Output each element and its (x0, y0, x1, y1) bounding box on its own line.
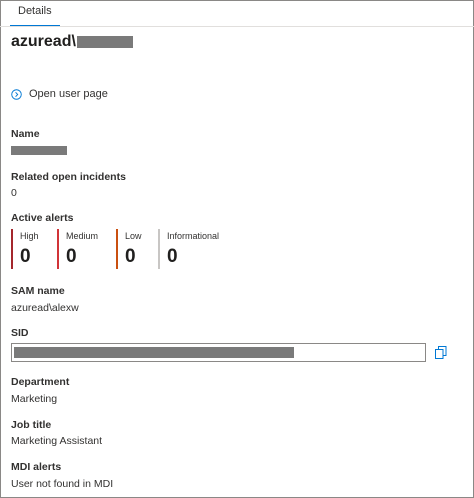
active-alerts-summary: High 0 Medium 0 Low 0 Informational 0 (11, 229, 251, 269)
alert-high-count: 0 (20, 246, 31, 267)
job-title-value: Marketing Assistant (11, 435, 103, 447)
related-incidents-value: 0 (11, 187, 17, 199)
alert-informational-label: Informational (167, 231, 220, 241)
alert-high[interactable]: High 0 (11, 229, 39, 269)
tab-details-label: Details (18, 5, 52, 17)
mdi-alerts-label: MDI alerts (11, 461, 62, 473)
alert-medium[interactable]: Medium 0 (57, 229, 98, 269)
copy-icon[interactable] (435, 346, 447, 359)
alert-informational-count: 0 (167, 246, 178, 267)
alert-medium-label: Medium (66, 231, 99, 241)
sid-field[interactable] (11, 343, 426, 362)
redacted-name-value (11, 146, 67, 155)
department-label: Department (11, 376, 70, 388)
alert-low-label: Low (125, 231, 142, 241)
chevron-right-circle-icon (11, 88, 22, 100)
department-value: Marketing (11, 393, 58, 405)
alert-low-count: 0 (125, 246, 136, 267)
open-user-page-link[interactable]: Open user page (11, 88, 108, 100)
open-user-page-label: Open user page (29, 88, 108, 100)
name-label: Name (11, 128, 40, 140)
redacted-sid-value (14, 347, 294, 358)
related-incidents-label: Related open incidents (11, 171, 126, 183)
tab-details[interactable]: Details (10, 0, 60, 27)
redacted-username (76, 36, 133, 48)
job-title-label: Job title (11, 419, 52, 431)
active-alerts-label: Active alerts (11, 212, 74, 224)
sam-name-value: azuread\alexw (11, 302, 79, 314)
sid-label: SID (11, 327, 29, 339)
alert-medium-count: 0 (66, 246, 77, 267)
mdi-alerts-value: User not found in MDI (11, 478, 114, 490)
page-title: azuread\ (11, 33, 76, 50)
alert-informational[interactable]: Informational 0 (158, 229, 219, 269)
page-title-row: azuread\ (11, 33, 133, 51)
alert-low[interactable]: Low 0 (116, 229, 142, 269)
alert-high-label: High (20, 231, 39, 241)
tab-divider (0, 26, 474, 27)
sam-name-label: SAM name (11, 285, 65, 297)
